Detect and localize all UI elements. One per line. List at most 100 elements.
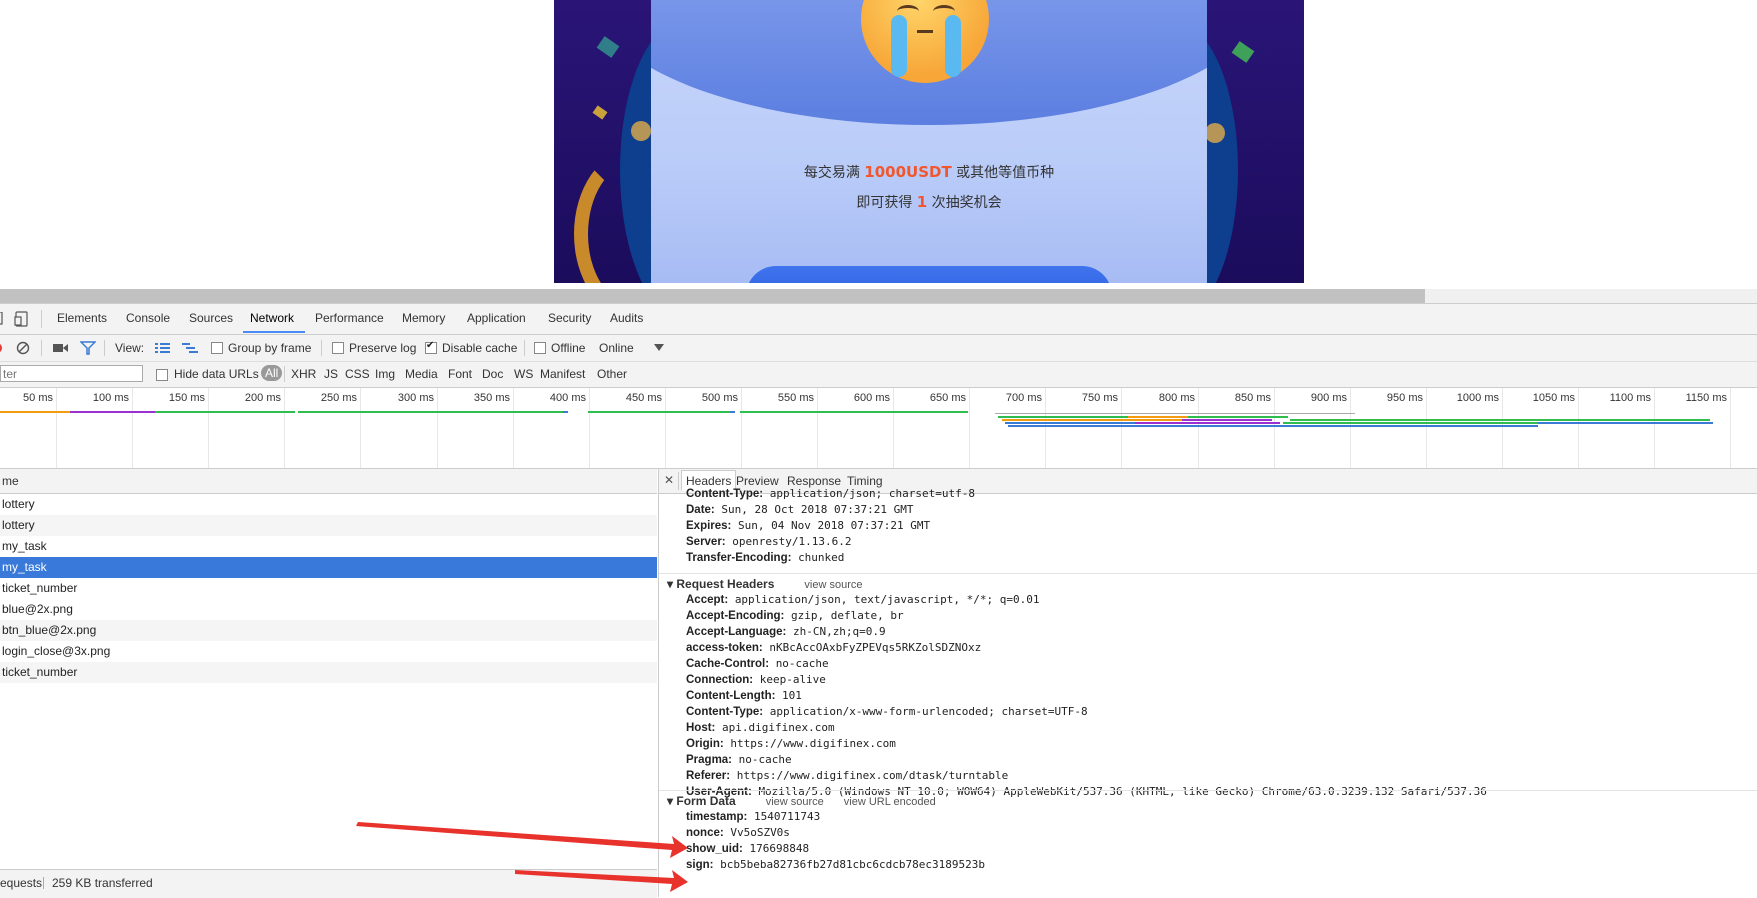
group-by-frame-checkbox[interactable] bbox=[211, 342, 223, 354]
throttling-select[interactable]: Online bbox=[599, 341, 634, 355]
request-row[interactable]: btn_blue@2x.png bbox=[0, 620, 657, 641]
large-rows-icon[interactable] bbox=[155, 342, 170, 354]
form-data-toggle[interactable]: ▾ Form Data view source view URL encoded bbox=[667, 794, 936, 808]
request-row[interactable]: ticket_number bbox=[0, 662, 657, 683]
promo-line-2: 即可获得 1 次抽奖机会 bbox=[651, 192, 1207, 212]
timeline-tick-label: 550 ms bbox=[777, 392, 814, 404]
timeline-gridline bbox=[360, 388, 361, 468]
timeline-gridline bbox=[1274, 388, 1275, 468]
preserve-log-checkbox[interactable] bbox=[332, 342, 344, 354]
tab-preview[interactable]: Preview bbox=[736, 474, 779, 488]
divider bbox=[524, 340, 525, 356]
tab-security[interactable]: Security bbox=[548, 311, 591, 325]
tab-sources[interactable]: Sources bbox=[189, 311, 233, 325]
timeline-bar bbox=[70, 411, 155, 413]
promo-highlight: 1 bbox=[916, 193, 928, 211]
type-filter-xhr[interactable]: XHR bbox=[291, 367, 316, 381]
view-url-encoded-link[interactable]: view URL encoded bbox=[844, 796, 936, 808]
type-filter-manifest[interactable]: Manifest bbox=[540, 367, 585, 381]
hide-data-urls-checkbox[interactable] bbox=[156, 369, 168, 381]
header-value: zh-CN,zh;q=0.9 bbox=[792, 625, 886, 638]
scrollbar-thumb[interactable] bbox=[0, 289, 1425, 303]
request-row[interactable]: ticket_number bbox=[0, 578, 657, 599]
timeline-bar bbox=[155, 411, 295, 413]
type-filter-font[interactable]: Font bbox=[448, 367, 472, 381]
header-key: Expires: bbox=[686, 520, 732, 532]
timeline-bar bbox=[1008, 425, 1538, 427]
request-row[interactable]: login_close@3x.png bbox=[0, 641, 657, 662]
tab-memory[interactable]: Memory bbox=[402, 311, 445, 325]
timeline-tick-label: 100 ms bbox=[92, 392, 129, 404]
header-value: https://www.digifinex.com bbox=[730, 737, 896, 750]
timeline-overview[interactable]: 50 ms 100 ms 150 ms 200 ms 250 ms 300 ms 350 m… bbox=[0, 388, 1757, 469]
offline-checkbox[interactable] bbox=[534, 342, 546, 354]
header-value: 176698848 bbox=[749, 842, 810, 855]
horizontal-scrollbar[interactable] bbox=[0, 289, 1757, 303]
record-icon[interactable] bbox=[0, 341, 5, 355]
promo-banner: 每交易满 1000USDT 或其他等值币种 即可获得 1 次抽奖机会 bbox=[554, 0, 1304, 283]
page-viewport: 每交易满 1000USDT 或其他等值币种 即可获得 1 次抽奖机会 bbox=[0, 0, 1757, 289]
tab-response[interactable]: Response bbox=[787, 474, 841, 488]
timeline-bar bbox=[563, 411, 568, 413]
type-filter-doc[interactable]: Doc bbox=[482, 367, 503, 381]
request-row[interactable]: lottery bbox=[0, 494, 657, 515]
timeline-bar bbox=[1128, 416, 1188, 418]
tab-performance[interactable]: Performance bbox=[315, 311, 384, 325]
tab-application[interactable]: Application bbox=[467, 311, 526, 325]
requests-column-header[interactable]: me bbox=[0, 469, 657, 494]
divider bbox=[284, 366, 285, 382]
headers-content: Content-Type: application/json; charset=… bbox=[659, 487, 1757, 897]
disable-cache-checkbox[interactable] bbox=[425, 340, 437, 354]
type-filter-css[interactable]: CSS bbox=[345, 367, 370, 381]
timeline-bar bbox=[588, 411, 730, 413]
form-view-source-link[interactable]: view source bbox=[766, 796, 824, 808]
timeline-gridline bbox=[1654, 388, 1655, 468]
emoji-mouth bbox=[917, 30, 933, 33]
header-key: Content-Length: bbox=[686, 690, 776, 702]
draw-button[interactable] bbox=[746, 266, 1112, 283]
request-row-selected[interactable]: my_task bbox=[0, 557, 657, 578]
header-row: timestamp: 1540711743 bbox=[686, 810, 820, 823]
timeline-gridline bbox=[817, 388, 818, 468]
device-toolbar-icon[interactable] bbox=[14, 311, 30, 327]
inspect-icon[interactable] bbox=[0, 312, 4, 326]
tab-timing[interactable]: Timing bbox=[847, 474, 883, 488]
timeline-tick-label: 1050 ms bbox=[1532, 392, 1575, 404]
header-value: 1540711743 bbox=[753, 810, 821, 823]
name-column-label[interactable]: me bbox=[2, 474, 19, 488]
type-filter-ws[interactable]: WS bbox=[514, 367, 533, 381]
type-filter-js[interactable]: JS bbox=[324, 367, 338, 381]
header-value: application/json, text/javascript, */*; … bbox=[734, 593, 1040, 606]
header-row: nonce: Vv5oSZV0s bbox=[686, 826, 790, 839]
type-filter-all[interactable]: All bbox=[261, 365, 283, 381]
tab-elements[interactable]: Elements bbox=[57, 311, 107, 325]
type-filter-img[interactable]: Img bbox=[375, 367, 395, 381]
timeline-gridline bbox=[1198, 388, 1199, 468]
filter-input[interactable] bbox=[0, 365, 143, 382]
close-icon[interactable]: ✕ bbox=[664, 473, 674, 487]
promo-card: 每交易满 1000USDT 或其他等值币种 即可获得 1 次抽奖机会 bbox=[651, 0, 1207, 283]
header-row: show_uid: 176698848 bbox=[686, 842, 809, 855]
header-key: Accept-Encoding: bbox=[686, 610, 785, 622]
request-headers-toggle[interactable]: ▾ Request Headers view source bbox=[667, 577, 862, 591]
request-row[interactable]: blue@2x.png bbox=[0, 599, 657, 620]
tab-network[interactable]: Network bbox=[250, 311, 294, 325]
header-key: Transfer-Encoding: bbox=[686, 552, 792, 564]
clear-icon[interactable] bbox=[16, 341, 30, 355]
header-row: Referer: https://www.digifinex.com/dtask… bbox=[686, 769, 1008, 782]
header-row: Origin: https://www.digifinex.com bbox=[686, 737, 896, 750]
type-filter-other[interactable]: Other bbox=[597, 367, 627, 381]
waterfall-overview-icon[interactable] bbox=[182, 342, 198, 354]
capture-screenshots-icon[interactable] bbox=[53, 342, 69, 354]
filter-icon[interactable] bbox=[80, 341, 96, 355]
timeline-tick-label: 700 ms bbox=[1005, 392, 1042, 404]
promo-line-1: 每交易满 1000USDT 或其他等值币种 bbox=[651, 162, 1207, 182]
tab-console[interactable]: Console bbox=[126, 311, 170, 325]
type-filter-media[interactable]: Media bbox=[405, 367, 438, 381]
tab-audits[interactable]: Audits bbox=[610, 311, 643, 325]
request-row[interactable]: my_task bbox=[0, 536, 657, 557]
header-key: Content-Type: bbox=[686, 706, 764, 718]
request-row[interactable]: lottery bbox=[0, 515, 657, 536]
chevron-down-icon[interactable] bbox=[654, 344, 664, 352]
view-source-link[interactable]: view source bbox=[804, 579, 862, 591]
